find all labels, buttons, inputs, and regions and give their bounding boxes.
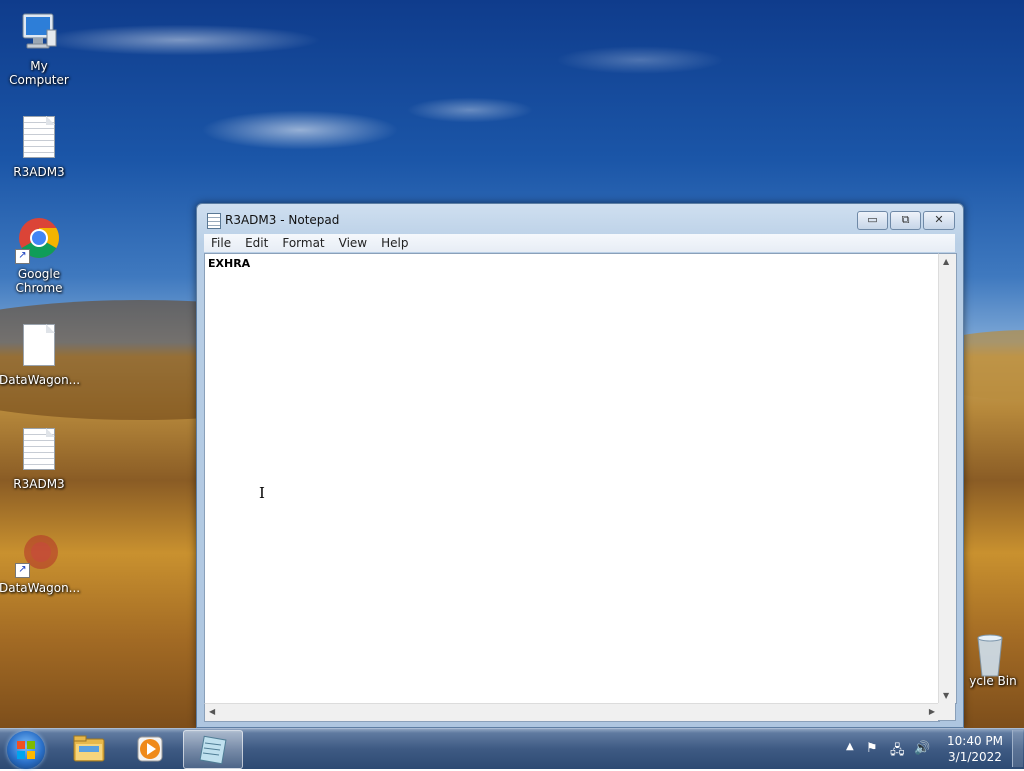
- desktop-icon-label: R3ADM3: [13, 477, 65, 491]
- menu-help[interactable]: Help: [374, 234, 415, 252]
- windows-logo-icon: [17, 741, 35, 759]
- computer-icon: [15, 8, 63, 56]
- shortcut-arrow-icon: ↗: [15, 249, 30, 264]
- desktop-icon-datawagon-file[interactable]: DataWagon...: [0, 322, 81, 387]
- notepad-window[interactable]: R3ADM3 - Notepad ▭ ⧉ ✕ File Edit Format …: [196, 203, 964, 728]
- blank-file-icon: [15, 322, 63, 370]
- text-cursor-icon: I: [259, 484, 265, 502]
- desktop-icon-label: Google Chrome: [15, 267, 63, 295]
- taskbar-media-player[interactable]: [121, 730, 179, 767]
- window-title: R3ADM3 - Notepad: [225, 213, 340, 227]
- show-desktop-button[interactable]: [1012, 730, 1023, 767]
- desktop-icon-label: DataWagon...: [0, 373, 81, 387]
- desktop-icon-label: DataWagon...: [0, 581, 81, 595]
- notepad-icon: [199, 735, 227, 765]
- menu-format[interactable]: Format: [275, 234, 331, 252]
- clock[interactable]: 10:40 PM 3/1/2022: [940, 733, 1010, 765]
- menu-bar: File Edit Format View Help: [204, 234, 955, 252]
- vertical-scrollbar[interactable]: ▲ ▼: [938, 253, 957, 704]
- close-button[interactable]: ✕: [923, 211, 955, 230]
- desktop-icon-my-computer[interactable]: My Computer: [0, 8, 79, 87]
- volume-icon[interactable]: 🔊: [914, 741, 930, 756]
- recycle-bin-icon: [960, 632, 1008, 680]
- scroll-up-icon[interactable]: ▲: [943, 257, 949, 266]
- shortcut-arrow-icon: ↗: [15, 563, 30, 578]
- network-icon[interactable]: 🖧: [890, 741, 905, 763]
- action-center-icon[interactable]: ⚑: [866, 741, 878, 756]
- app-shortcut-icon: ↗: [15, 530, 63, 578]
- document-text[interactable]: EXHRA: [208, 257, 250, 270]
- show-hidden-icon[interactable]: ▲: [846, 741, 854, 752]
- menu-edit[interactable]: Edit: [238, 234, 275, 252]
- folder-icon: [73, 735, 105, 762]
- text-file-icon: [15, 426, 63, 474]
- scroll-down-icon[interactable]: ▼: [943, 691, 949, 700]
- desktop-icon-google-chrome[interactable]: ↗ Google Chrome: [0, 216, 79, 295]
- start-button[interactable]: [7, 731, 45, 769]
- resize-grip[interactable]: [938, 703, 956, 721]
- title-bar[interactable]: R3ADM3 - Notepad ▭ ⧉ ✕: [197, 204, 963, 234]
- desktop-icon-label: My Computer: [9, 59, 69, 87]
- maximize-button[interactable]: ⧉: [890, 211, 921, 230]
- chrome-icon: ↗: [15, 216, 63, 264]
- desktop-icon-r3adm3-2[interactable]: R3ADM3: [0, 426, 79, 491]
- text-editor-area[interactable]: EXHRA: [204, 253, 939, 704]
- menu-view[interactable]: View: [332, 234, 374, 252]
- desktop-icon-datawagon-shortcut[interactable]: ↗ DataWagon...: [0, 530, 81, 595]
- text-file-icon: [15, 114, 63, 162]
- scroll-left-icon[interactable]: ◀: [209, 707, 215, 716]
- scroll-right-icon[interactable]: ▶: [929, 707, 935, 716]
- taskbar-explorer[interactable]: [60, 730, 118, 767]
- taskbar: ▲ ⚑ 🖧 🔊 10:40 PM 3/1/2022: [0, 728, 1024, 769]
- desktop-icon-r3adm3[interactable]: R3ADM3: [0, 114, 79, 179]
- clock-date: 3/1/2022: [948, 750, 1002, 764]
- minimize-button[interactable]: ▭: [857, 211, 888, 230]
- horizontal-scrollbar[interactable]: ◀ ▶: [204, 703, 940, 722]
- taskbar-notepad[interactable]: [183, 730, 243, 769]
- desktop-icon-label: R3ADM3: [13, 165, 65, 179]
- clock-time: 10:40 PM: [947, 734, 1003, 748]
- menu-file[interactable]: File: [204, 234, 238, 252]
- notepad-icon: [207, 213, 221, 229]
- media-player-icon: [137, 736, 163, 762]
